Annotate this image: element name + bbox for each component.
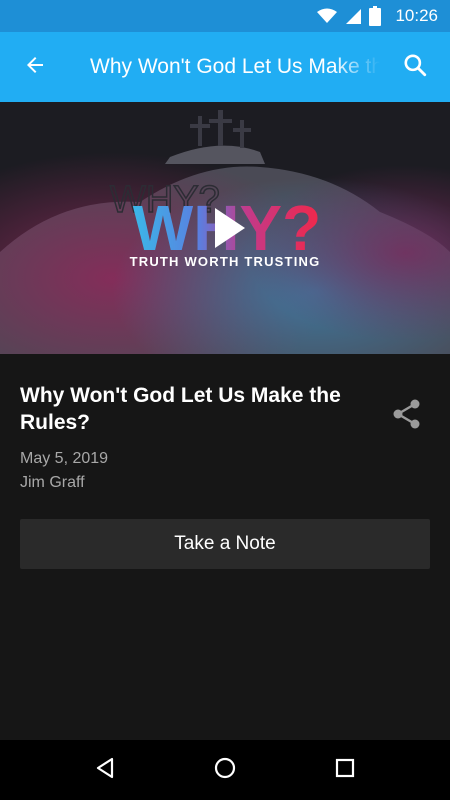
nav-back-button[interactable] — [75, 740, 135, 800]
home-circle-icon — [213, 756, 237, 785]
title-row: Why Won't God Let Us Make the Rules? — [20, 382, 380, 436]
search-icon — [402, 52, 428, 83]
sermon-title: Why Won't God Let Us Make the Rules? — [20, 384, 341, 434]
back-button[interactable] — [0, 32, 70, 102]
back-triangle-icon — [93, 756, 117, 785]
search-button[interactable] — [380, 32, 450, 102]
status-time: 10:26 — [395, 6, 438, 25]
arrow-left-icon — [23, 53, 47, 82]
share-icon — [391, 398, 423, 435]
sermon-artwork: WHY? WHY? TRUTH WORTH TRUSTING — [0, 102, 450, 354]
app-bar-title: Why Won't God Let Us Make the Rules? — [90, 55, 380, 78]
share-button[interactable] — [385, 394, 429, 438]
take-note-button[interactable]: Take a Note — [20, 519, 430, 569]
screen: 10:26 Why Won't God Let Us Make the Rule… — [0, 0, 450, 800]
battery-icon — [369, 6, 382, 26]
system-nav-bar — [0, 740, 450, 800]
wifi-icon — [317, 8, 338, 24]
nav-home-button[interactable] — [195, 740, 255, 800]
signal-icon — [345, 8, 362, 24]
sermon-date: May 5, 2019 — [20, 450, 109, 467]
play-button[interactable] — [205, 202, 251, 254]
status-bar: 10:26 — [0, 0, 450, 32]
app-bar: Why Won't God Let Us Make the Rules? — [0, 32, 450, 102]
sermon-speaker: Jim Graff — [20, 474, 85, 491]
recents-square-icon — [334, 757, 356, 784]
hero-tagline: TRUTH WORTH TRUSTING — [129, 254, 321, 269]
nav-recents-button[interactable] — [315, 740, 375, 800]
